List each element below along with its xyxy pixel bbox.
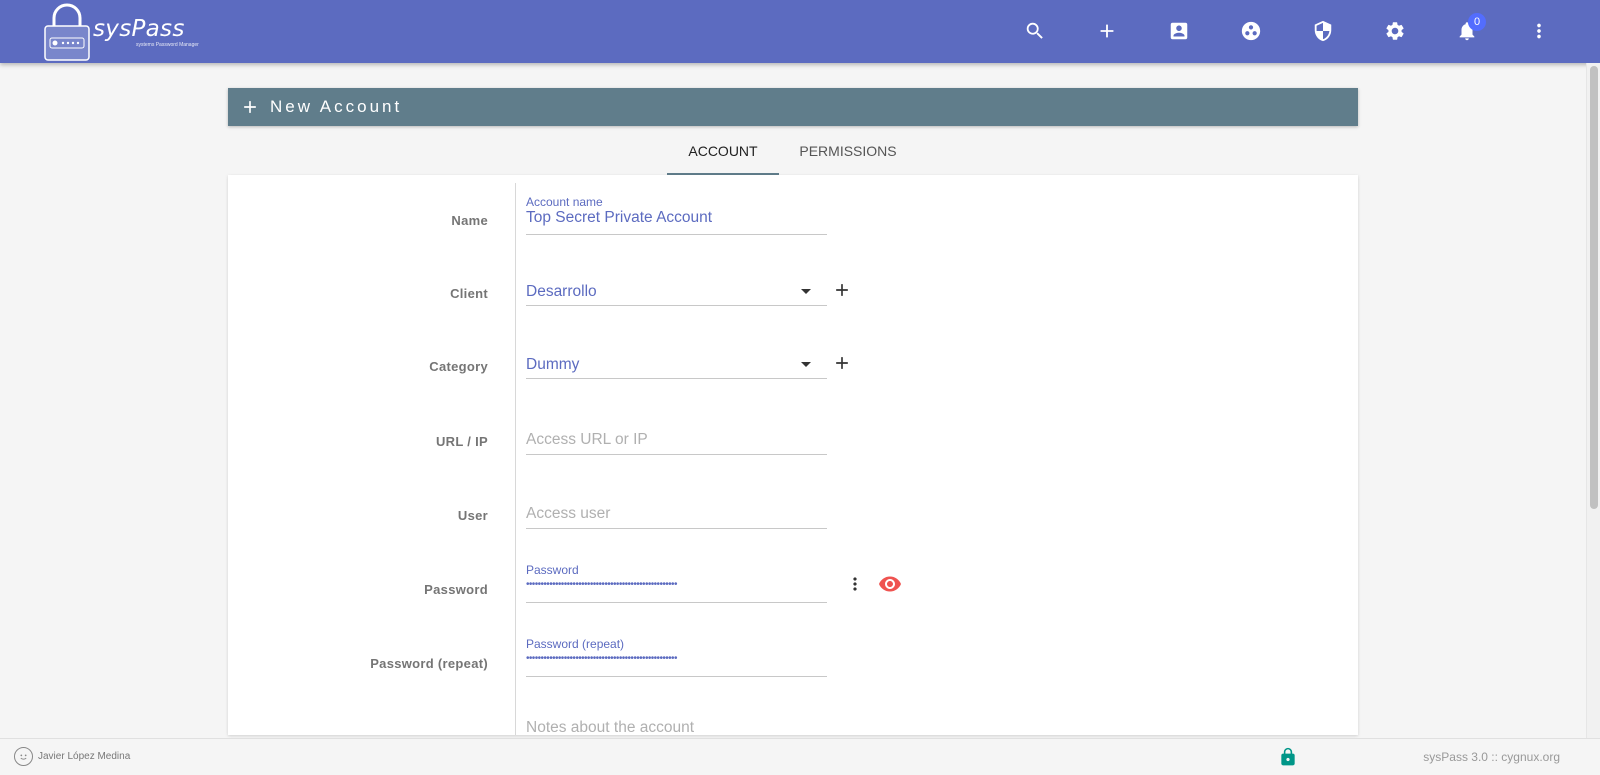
password-repeat-masked-value: ••••••••••••••••••••••••••••••••••••••••… [526, 653, 677, 664]
eye-icon [879, 576, 901, 592]
groups-icon [1241, 21, 1261, 41]
add-category-button[interactable] [828, 349, 856, 377]
page-title: New Account [270, 97, 403, 116]
more-vert-icon [853, 577, 857, 591]
account-name-value: Top Secret Private Account [526, 209, 713, 226]
footer-version[interactable]: sysPass 3.0 :: cygnux.org [1423, 750, 1560, 764]
page-scrollbar[interactable] [1586, 63, 1600, 738]
padlock-logo-icon [44, 3, 90, 61]
url-input[interactable]: Access URL or IP [526, 431, 827, 463]
user-avatar-icon [14, 747, 33, 766]
account-name-float-label: Account name [526, 195, 603, 209]
password-label: Password [424, 582, 488, 597]
user-label: User [457, 508, 488, 523]
notes-textarea[interactable]: Notes about the account [526, 719, 827, 735]
password-repeat-input[interactable]: Password (repeat) ••••••••••••••••••••••… [526, 637, 827, 677]
field-underline [526, 528, 827, 529]
field-underline [526, 676, 827, 677]
add-icon [836, 357, 848, 369]
client-select[interactable]: Desarrollo [526, 283, 827, 315]
password-input[interactable]: Password •••••••••••••••••••••••••••••••… [526, 563, 827, 603]
search-button[interactable] [1018, 14, 1052, 48]
logo-text: sysPass [93, 16, 185, 42]
page-header: New Account [228, 88, 1358, 126]
more-vert-icon [1537, 23, 1541, 39]
field-underline [526, 378, 827, 379]
session-lock-button[interactable] [1278, 746, 1298, 773]
url-placeholder: Access URL or IP [526, 431, 648, 448]
password-float-label: Password [526, 563, 579, 577]
client-value: Desarrollo [526, 283, 597, 300]
contacts-button[interactable] [1162, 14, 1196, 48]
settings-icon [1386, 22, 1404, 40]
user-placeholder: Access user [526, 505, 611, 522]
footer-user[interactable]: Javier López Medina [14, 747, 130, 766]
lock-icon [1281, 747, 1295, 766]
security-button[interactable] [1306, 14, 1340, 48]
show-password-button[interactable] [875, 570, 905, 598]
category-value: Dummy [526, 356, 580, 373]
label-divider [515, 183, 516, 735]
more-options-button[interactable] [1522, 14, 1556, 48]
notes-placeholder: Notes about the account [526, 719, 695, 735]
chevron-down-icon [801, 362, 811, 367]
security-shield-icon [1314, 20, 1332, 42]
user-input[interactable]: Access user [526, 505, 827, 537]
top-app-bar: sysPass systems Password Manager 0 [0, 0, 1600, 63]
password-repeat-label: Password (repeat) [370, 656, 488, 671]
footer-user-name: Javier López Medina [38, 751, 131, 762]
field-underline [526, 305, 827, 306]
logo-subtitle: systems Password Manager [136, 42, 199, 48]
tab-permissions[interactable]: PERMISSIONS [779, 134, 917, 175]
add-icon [836, 284, 848, 296]
field-underline [526, 602, 827, 603]
field-underline [526, 454, 827, 455]
account-box-icon [1170, 22, 1188, 40]
add-icon [1100, 24, 1114, 38]
scrollbar-thumb[interactable] [1590, 66, 1598, 509]
password-repeat-float-label: Password (repeat) [526, 637, 625, 651]
footer-bar: Javier López Medina sysPass 3.0 :: cygnu… [0, 738, 1600, 775]
groups-button[interactable] [1234, 14, 1268, 48]
add-icon [240, 97, 260, 117]
account-form-card: Name Account name Top Secret Private Acc… [228, 175, 1358, 735]
account-name-field[interactable]: Account name Top Secret Private Account [526, 195, 827, 235]
notification-count-badge: 0 [1468, 13, 1486, 31]
name-label: Name [451, 213, 488, 228]
chevron-down-icon [801, 289, 811, 294]
category-select[interactable]: Dummy [526, 356, 827, 388]
add-client-button[interactable] [828, 276, 856, 304]
category-label: Category [429, 359, 488, 374]
app-logo[interactable]: sysPass systems Password Manager [44, 2, 204, 62]
url-label: URL / IP [435, 434, 488, 449]
client-label: Client [450, 286, 488, 301]
field-underline [526, 234, 827, 235]
search-icon [1026, 22, 1043, 39]
tab-account[interactable]: ACCOUNT [667, 134, 779, 175]
password-options-button[interactable] [843, 570, 867, 598]
add-button[interactable] [1090, 14, 1124, 48]
password-masked-value: ••••••••••••••••••••••••••••••••••••••••… [526, 579, 677, 590]
settings-button[interactable] [1378, 14, 1412, 48]
